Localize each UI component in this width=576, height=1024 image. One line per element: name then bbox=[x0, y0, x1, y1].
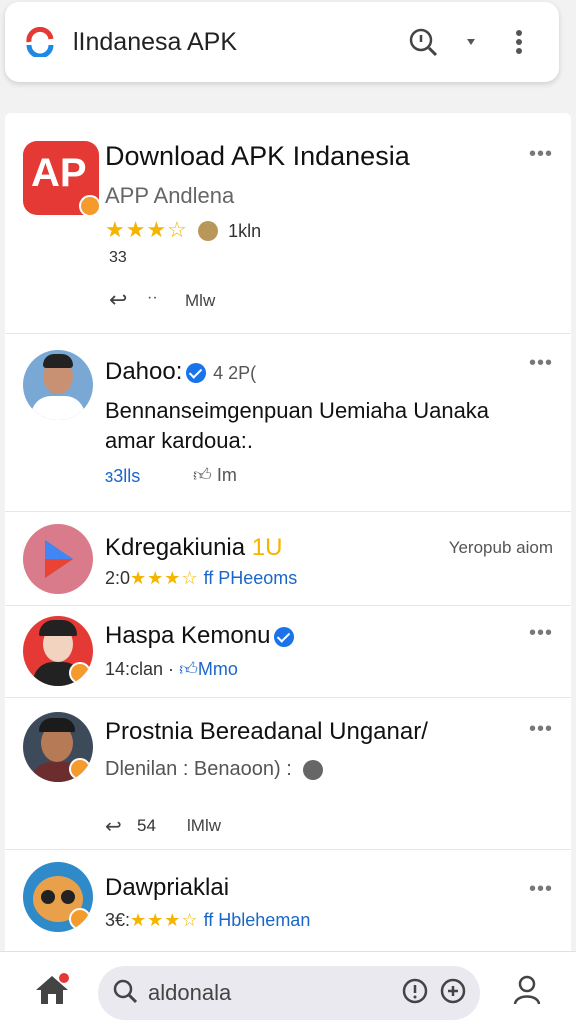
share-count-text: 3lls bbox=[113, 466, 141, 486]
avatar[interactable] bbox=[23, 524, 93, 594]
avatar[interactable] bbox=[23, 712, 93, 782]
subtitle-text: Dlenilan : Benaoon) : bbox=[105, 758, 292, 780]
meta-prefix: 3€: bbox=[105, 910, 131, 930]
meta-link[interactable]: ff Hbleheman bbox=[204, 910, 311, 930]
avatar[interactable] bbox=[23, 350, 93, 420]
action-label[interactable]: Mlw bbox=[185, 291, 215, 311]
dots-icon: ·· bbox=[147, 289, 158, 306]
like-button[interactable]: 👍︎ Im bbox=[193, 464, 237, 486]
verified-icon bbox=[186, 362, 207, 383]
logo-icon[interactable] bbox=[25, 26, 55, 59]
badge-icon bbox=[69, 662, 91, 684]
info-icon[interactable] bbox=[303, 759, 324, 780]
author-name[interactable]: Dahoo: 4 2P( bbox=[105, 358, 256, 386]
meta-prefix: 2:0 bbox=[105, 568, 131, 588]
list-item[interactable]: Dawpriaklai 3€:★★★☆ ff Hbleheman ••• bbox=[5, 850, 571, 951]
info-icon[interactable] bbox=[402, 978, 428, 1009]
more-vertical-icon[interactable] bbox=[499, 22, 539, 62]
badge-icon bbox=[79, 195, 101, 217]
play-store-icon bbox=[45, 540, 73, 578]
thumbs-up-icon: 👍︎ bbox=[179, 659, 198, 679]
share-icon[interactable]: ↩ bbox=[109, 287, 127, 313]
post-body-line-2: amar kardoua:. bbox=[105, 428, 253, 453]
rating-stars: ★★★☆ bbox=[130, 910, 199, 930]
share-icon[interactable]: ↩ bbox=[105, 814, 122, 839]
list-item[interactable]: Dahoo: 4 2P( Bennanseimgenpuan Uemiaha U… bbox=[5, 334, 571, 512]
list-item[interactable]: Kdregakiunia 1U 2:0★★★☆ ff PHeeoms Yerop… bbox=[5, 512, 571, 606]
list-item[interactable]: Prostnia Bereadanal Unganar/ Dlenilan : … bbox=[5, 698, 571, 850]
more-icon[interactable]: ••• bbox=[529, 878, 553, 901]
profile-icon[interactable] bbox=[512, 974, 542, 1011]
more-icon[interactable]: ••• bbox=[529, 718, 553, 741]
list-item[interactable]: Haspa Kemonu 14:clan · 👍︎Mmo ••• bbox=[5, 606, 571, 698]
post-subtitle: APP Andlena bbox=[105, 183, 235, 208]
home-icon[interactable] bbox=[34, 972, 70, 1008]
author-name-text: Kdregakiunia bbox=[105, 534, 246, 561]
add-icon[interactable] bbox=[440, 978, 466, 1009]
badge-icon bbox=[69, 758, 91, 780]
right-text: Yeropub aiom bbox=[448, 538, 553, 557]
author-name[interactable]: Kdregakiunia 1U bbox=[105, 534, 282, 562]
share-count[interactable]: ɜ3lls bbox=[105, 466, 140, 487]
list-item[interactable]: AP Download APK Indanesia APP Andlena ★★… bbox=[5, 113, 571, 334]
app-icon[interactable]: AP bbox=[23, 141, 101, 217]
verified-icon bbox=[274, 626, 295, 647]
author-name[interactable]: Haspa Kemonu bbox=[105, 622, 295, 650]
meta-text: 14:clan · bbox=[105, 659, 175, 679]
avatar[interactable] bbox=[23, 616, 93, 686]
rating-stars: ★★★☆ bbox=[105, 217, 188, 242]
app-title: lIndanesa APK bbox=[73, 27, 238, 56]
badge-icon bbox=[69, 908, 91, 930]
more-icon[interactable]: ••• bbox=[529, 622, 553, 645]
dropdown-icon[interactable] bbox=[451, 22, 491, 62]
post-body-line-1: Bennanseimgenpuan Uemiaha Uanaka bbox=[105, 398, 490, 423]
author-name[interactable]: Dawpriaklai bbox=[105, 874, 229, 902]
post-title[interactable]: Prostnia Bereadanal Unganar/ bbox=[105, 718, 428, 746]
like-count-text: Im bbox=[216, 465, 237, 485]
meta-link-text: Mmo bbox=[197, 659, 238, 679]
share-count: 54 bbox=[137, 816, 156, 835]
thumbs-up-icon: 👍︎ bbox=[193, 465, 212, 485]
post-subtitle: Dlenilan : Benaoon) : bbox=[105, 758, 324, 781]
meta-link[interactable]: 👍︎Mmo bbox=[179, 659, 238, 679]
bottom-nav: aldonala bbox=[0, 951, 576, 1024]
app-header: lIndanesa APK bbox=[5, 2, 559, 82]
name-suffix: 1U bbox=[251, 534, 283, 561]
post-title[interactable]: Download APK Indanesia bbox=[105, 141, 410, 172]
action-label[interactable]: lMlw bbox=[187, 816, 221, 836]
author-name-text: Haspa Kemonu bbox=[105, 622, 271, 649]
author-name-text: Dahoo: bbox=[105, 358, 183, 385]
more-icon[interactable]: ••• bbox=[529, 352, 553, 375]
search-bar[interactable]: aldonala bbox=[98, 966, 480, 1020]
post-extra: 33 bbox=[109, 249, 127, 266]
post-meta: 2:0★★★☆ ff PHeeoms bbox=[105, 568, 297, 589]
rating-count: 1kln bbox=[228, 221, 262, 241]
search-icon[interactable] bbox=[112, 978, 138, 1009]
search-icon[interactable] bbox=[403, 22, 443, 62]
rating-row: ★★★☆ 1kln bbox=[105, 217, 261, 243]
post-meta: 3€:★★★☆ ff Hbleheman bbox=[105, 910, 310, 931]
rating-stars: ★★★☆ bbox=[130, 568, 199, 588]
meta-link[interactable]: ff PHeeoms bbox=[204, 568, 298, 588]
user-avatar-icon bbox=[198, 221, 219, 242]
avatar[interactable] bbox=[23, 862, 93, 932]
search-input[interactable]: aldonala bbox=[148, 980, 402, 1006]
post-meta: 14:clan · 👍︎Mmo bbox=[105, 658, 238, 680]
more-icon[interactable]: ••• bbox=[529, 143, 553, 166]
feed-list: AP Download APK Indanesia APP Andlena ★★… bbox=[5, 113, 571, 951]
post-time: 4 2P( bbox=[213, 363, 257, 383]
